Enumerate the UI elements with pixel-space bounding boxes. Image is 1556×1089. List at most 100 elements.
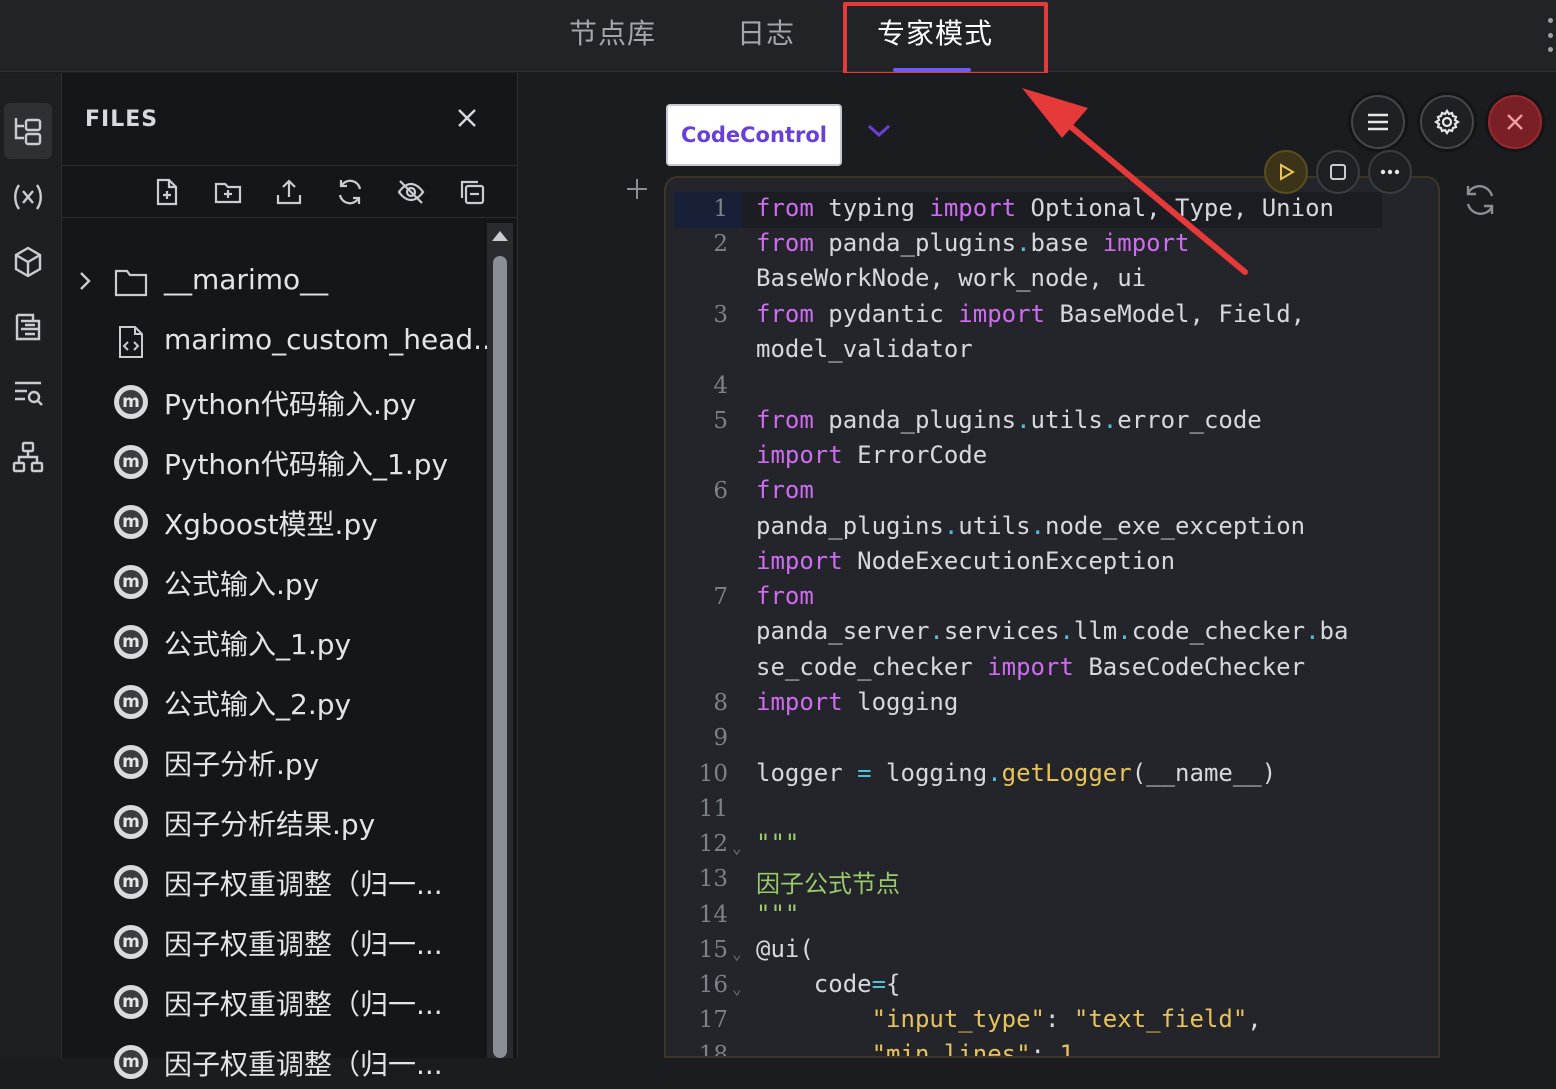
files-title: FILES [85,107,159,132]
line-number: 16 [698,972,728,998]
code-file-icon [114,325,148,359]
file-name: 因子分析.py [164,748,320,781]
stop-icon[interactable] [1316,150,1360,194]
code-line: "input_type": "text_field", [871,1005,1262,1033]
list-item[interactable]: m 公式输入_2.py [62,673,492,729]
tab-logs[interactable]: 日志 [737,12,795,52]
run-cell-icon[interactable] [1264,150,1308,194]
marimo-file-icon: m [114,685,148,719]
code-line: code={ [756,970,901,998]
code-line: se_code_checker import BaseCodeChecker [756,653,1306,681]
upload-icon[interactable] [273,176,305,208]
file-name: Xgboost模型.py [164,508,378,541]
variables-icon[interactable] [4,169,52,225]
marimo-file-icon: m [114,925,148,959]
outline-icon[interactable] [4,299,52,355]
package-icon[interactable] [4,234,52,290]
line-number: 1 [713,196,728,222]
code-line: from pydantic import BaseModel, Field, [756,300,1306,328]
new-folder-icon[interactable] [212,176,244,208]
marimo-file-icon: m [114,865,148,899]
code-line: """ [756,900,800,928]
file-name: 公式输入.py [164,568,320,601]
line-number: 7 [713,584,728,610]
add-cell-icon[interactable] [624,176,650,202]
annotation-highlight-box [843,2,1048,76]
file-name: 因子权重调整（归一... [164,1048,443,1081]
more-horizontal-icon[interactable] [1368,150,1412,194]
activity-rail [0,73,62,1058]
list-item[interactable]: __marimo__ [62,253,492,309]
list-item[interactable]: m 因子分析结果.py [62,793,492,849]
line-number: 13 [698,866,728,892]
top-tab-bar: 节点库 日志 专家模式 [0,0,1556,72]
code-line: from [756,476,814,504]
file-name: 因子权重调整（归一... [164,988,443,1021]
hierarchy-icon[interactable] [4,429,52,485]
files-toolbar [62,166,518,218]
code-line: from typing import Optional, Type, Union [756,194,1334,222]
file-name: 因子分析结果.py [164,808,376,841]
code-line: import ErrorCode [756,441,988,469]
copy-icon[interactable] [456,176,488,208]
code-line: from panda_plugins.base import [756,229,1190,257]
files-panel: FILES __marimo__ marimo_custom_head... m… [62,73,518,1081]
chevron-right-icon[interactable] [76,269,94,293]
refresh-cell-icon[interactable] [1462,182,1498,218]
code-line: """ [756,829,800,857]
line-number: 10 [698,761,728,787]
marimo-file-icon: m [114,625,148,659]
code-line: panda_server.services.llm.code_checker.b… [756,617,1349,645]
line-number: 6 [713,478,728,504]
line-number: 5 [713,408,728,434]
code-line: model_validator [756,335,973,363]
new-file-icon[interactable] [151,176,183,208]
line-number: 12 [698,831,728,857]
code-editor[interactable]: 1 from typing import Optional, Type, Uni… [664,176,1440,1058]
list-item[interactable]: m 因子分析.py [62,733,492,789]
menu-icon[interactable] [1351,95,1405,149]
scroll-up-icon[interactable] [492,231,508,241]
fold-chevron-icon[interactable]: ⌄ [732,979,742,998]
files-header: FILES [62,73,518,166]
list-item[interactable]: m 公式输入_1.py [62,613,492,669]
file-name: marimo_custom_head... [164,323,500,356]
code-line: import logging [756,688,959,716]
fold-chevron-icon[interactable]: ⌄ [732,944,742,963]
list-item[interactable]: m 因子权重调整（归一... [62,973,492,1029]
line-number: 18 [698,1042,728,1058]
file-name: 因子权重调整（归一... [164,928,443,961]
refresh-icon[interactable] [334,176,366,208]
line-number: 11 [698,796,728,822]
hide-icon[interactable] [395,176,427,208]
line-number: 2 [713,231,728,257]
files-scrollbar[interactable] [487,223,513,1058]
close-icon[interactable] [452,103,482,133]
file-tree-icon[interactable] [4,103,52,159]
list-item[interactable]: m 因子权重调整（归一... [62,913,492,969]
search-list-icon[interactable] [4,364,52,420]
list-item[interactable]: m 公式输入.py [62,553,492,609]
more-vertical-icon[interactable] [1545,18,1555,52]
scroll-thumb[interactable] [493,256,507,1058]
list-item[interactable]: m Xgboost模型.py [62,493,492,549]
close-cell-icon[interactable] [1488,95,1542,149]
list-item[interactable]: m 因子权重调整（归一... [62,1033,492,1089]
marimo-file-icon: m [114,985,148,1019]
code-line: BaseWorkNode, work_node, ui [756,264,1147,292]
code-line: panda_plugins.utils.node_exe_exception [756,512,1306,540]
line-number: 8 [713,690,728,716]
code-line: from panda_plugins.utils.error_code [756,406,1262,434]
list-item[interactable]: m Python代码输入.py [62,373,492,429]
cell-name-button[interactable]: CodeControl [666,104,842,166]
marimo-file-icon: m [114,505,148,539]
file-name: Python代码输入.py [164,388,417,421]
gear-icon[interactable] [1420,95,1474,149]
marimo-file-icon: m [114,565,148,599]
list-item[interactable]: marimo_custom_head... [62,313,500,369]
list-item[interactable]: m 因子权重调整（归一... [62,853,492,909]
fold-chevron-icon[interactable]: ⌄ [732,838,742,857]
list-item[interactable]: m Python代码输入_1.py [62,433,492,489]
tab-node-library[interactable]: 节点库 [569,12,656,52]
chevron-down-icon[interactable] [865,122,893,140]
